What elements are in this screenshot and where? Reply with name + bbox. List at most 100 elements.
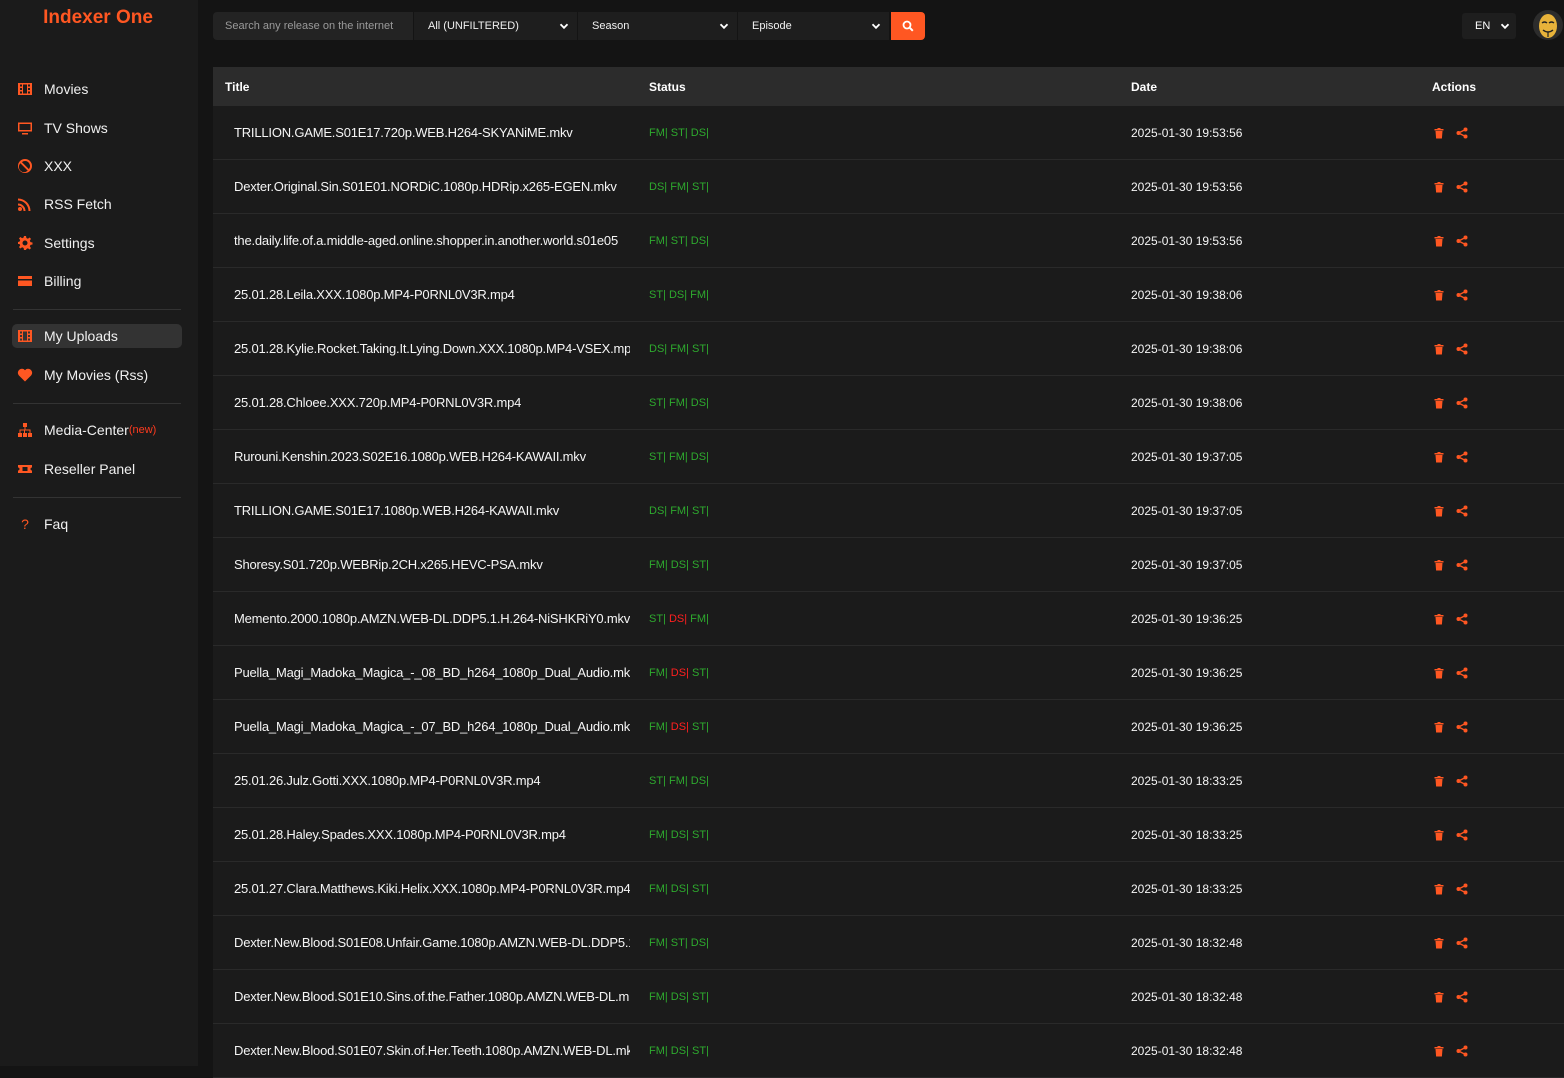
release-title[interactable]: 25.01.27.Clara.Matthews.Kiki.Helix.XXX.1… <box>234 881 630 896</box>
release-title[interactable]: Memento.2000.1080p.AMZN.WEB-DL.DDP5.1.H.… <box>234 611 630 626</box>
sidebar-item-tv-shows[interactable]: TV Shows <box>12 116 182 140</box>
release-title[interactable]: TRILLION.GAME.S01E17.720p.WEB.H264-SKYAN… <box>234 125 573 140</box>
trash-icon[interactable] <box>1431 881 1447 897</box>
trash-icon[interactable] <box>1431 341 1447 357</box>
share-icon[interactable] <box>1454 665 1470 681</box>
search-button[interactable] <box>891 12 925 40</box>
trash-icon[interactable] <box>1431 719 1447 735</box>
table-row: TRILLION.GAME.S01E17.720p.WEB.H264-SKYAN… <box>213 106 1564 160</box>
release-title[interactable]: 25.01.28.Leila.XXX.1080p.MP4-P0RNL0V3R.m… <box>234 287 515 302</box>
share-icon[interactable] <box>1454 287 1470 303</box>
share-icon[interactable] <box>1454 611 1470 627</box>
trash-icon[interactable] <box>1431 395 1447 411</box>
release-title[interactable]: Rurouni.Kenshin.2023.S02E16.1080p.WEB.H2… <box>234 449 586 464</box>
sidebar-item-movies[interactable]: Movies <box>12 77 182 101</box>
status-flag: FM| <box>667 180 689 193</box>
status-flag: FM| <box>649 936 668 949</box>
status-flag: FM| <box>649 234 668 247</box>
column-header-status[interactable]: Status <box>649 80 686 94</box>
release-title[interactable]: Dexter.New.Blood.S01E10.Sins.of.the.Fath… <box>234 989 630 1004</box>
release-title[interactable]: 25.01.28.Haley.Spades.XXX.1080p.MP4-P0RN… <box>234 827 566 842</box>
release-title[interactable]: 25.01.28.Chloee.XXX.720p.MP4-P0RNL0V3R.m… <box>234 395 521 410</box>
category-select[interactable]: All (UNFILTERED) <box>413 12 577 40</box>
trash-icon[interactable] <box>1431 935 1447 951</box>
release-title[interactable]: Dexter.New.Blood.S01E07.Skin.of.Her.Teet… <box>234 1043 630 1058</box>
release-title[interactable]: 25.01.26.Julz.Gotti.XXX.1080p.MP4-P0RNL0… <box>234 773 541 788</box>
status-flag: DS| <box>665 288 688 301</box>
trash-icon[interactable] <box>1431 611 1447 627</box>
table-row: the.daily.life.of.a.middle-aged.online.s… <box>213 214 1564 268</box>
column-header-title[interactable]: Title <box>225 80 249 94</box>
sidebar-item-media-center[interactable]: Media-Center (new) <box>12 418 182 442</box>
share-icon[interactable] <box>1454 827 1470 843</box>
release-title[interactable]: the.daily.life.of.a.middle-aged.online.s… <box>234 233 618 248</box>
share-icon[interactable] <box>1454 989 1470 1005</box>
sidebar-item-label: Faq <box>44 516 69 532</box>
trash-icon[interactable] <box>1431 179 1447 195</box>
sidebar-item-reseller-panel[interactable]: Reseller Panel <box>12 457 182 481</box>
share-icon[interactable] <box>1454 935 1470 951</box>
share-icon[interactable] <box>1454 449 1470 465</box>
share-icon[interactable] <box>1454 557 1470 573</box>
sidebar-item-my-movies-rss[interactable]: My Movies (Rss) <box>12 363 182 387</box>
sidebar-item-my-uploads[interactable]: My Uploads <box>12 324 182 348</box>
new-badge: (new) <box>128 424 157 436</box>
trash-icon[interactable] <box>1431 989 1447 1005</box>
status-flag: FM| <box>687 612 709 625</box>
share-icon[interactable] <box>1454 773 1470 789</box>
status-flag: ST| <box>667 126 688 139</box>
trash-icon[interactable] <box>1431 449 1447 465</box>
trash-icon[interactable] <box>1431 125 1447 141</box>
actions-cell <box>1431 754 1477 807</box>
share-icon[interactable] <box>1454 1043 1470 1059</box>
app-logo[interactable]: Indexer One <box>0 7 196 29</box>
trash-icon[interactable] <box>1431 665 1447 681</box>
table-row: Dexter.New.Blood.S01E10.Sins.of.the.Fath… <box>213 970 1564 1024</box>
share-icon[interactable] <box>1454 881 1470 897</box>
trash-icon[interactable] <box>1431 557 1447 573</box>
release-title[interactable]: Puella_Magi_Madoka_Magica_-_07_BD_h264_1… <box>234 719 630 734</box>
sidebar-item-settings[interactable]: Settings <box>12 231 182 255</box>
status-cell: ST| DS| FM| <box>649 268 709 321</box>
trash-icon[interactable] <box>1431 773 1447 789</box>
share-icon[interactable] <box>1454 341 1470 357</box>
sidebar-item-label: Billing <box>44 273 82 289</box>
table-row: 25.01.27.Clara.Matthews.Kiki.Helix.XXX.1… <box>213 862 1564 916</box>
share-icon[interactable] <box>1454 719 1470 735</box>
trash-icon[interactable] <box>1431 1043 1447 1059</box>
search-icon <box>902 20 914 32</box>
sidebar-item-label: Settings <box>44 235 95 251</box>
release-title[interactable]: Shoresy.S01.720p.WEBRip.2CH.x265.HEVC-PS… <box>234 557 543 572</box>
release-title[interactable]: Dexter.Original.Sin.S01E01.NORDiC.1080p.… <box>234 179 617 194</box>
status-flag: DS| <box>649 342 668 355</box>
status-flag: ST| <box>688 504 709 517</box>
share-icon[interactable] <box>1454 125 1470 141</box>
release-title[interactable]: TRILLION.GAME.S01E17.1080p.WEB.H264-KAWA… <box>234 503 559 518</box>
trash-icon[interactable] <box>1431 503 1447 519</box>
sidebar-item-label: My Uploads <box>44 328 118 344</box>
language-select[interactable]: EN <box>1462 13 1516 39</box>
share-icon[interactable] <box>1454 233 1470 249</box>
status-flag: FM| <box>649 882 668 895</box>
sidebar-item-faq[interactable]: ? Faq <box>12 512 182 536</box>
trash-icon[interactable] <box>1431 827 1447 843</box>
trash-icon[interactable] <box>1431 287 1447 303</box>
table-row: Memento.2000.1080p.AMZN.WEB-DL.DDP5.1.H.… <box>213 592 1564 646</box>
episode-select[interactable]: Episode <box>737 12 889 40</box>
search-input[interactable] <box>213 12 413 40</box>
user-avatar[interactable] <box>1533 10 1563 40</box>
share-icon[interactable] <box>1454 395 1470 411</box>
release-title-cell: 25.01.26.Julz.Gotti.XXX.1080p.MP4-P0RNL0… <box>234 754 630 807</box>
release-title[interactable]: Puella_Magi_Madoka_Magica_-_08_BD_h264_1… <box>234 665 630 680</box>
column-header-date[interactable]: Date <box>1131 80 1157 94</box>
sidebar-item-billing[interactable]: Billing <box>12 269 182 293</box>
sidebar-item-rss-fetch[interactable]: RSS Fetch <box>12 192 182 216</box>
season-select[interactable]: Season <box>577 12 737 40</box>
trash-icon[interactable] <box>1431 233 1447 249</box>
share-icon[interactable] <box>1454 503 1470 519</box>
sidebar-divider <box>13 403 181 404</box>
sidebar-item-xxx[interactable]: XXX <box>12 154 182 178</box>
share-icon[interactable] <box>1454 179 1470 195</box>
release-title[interactable]: Dexter.New.Blood.S01E08.Unfair.Game.1080… <box>234 935 630 950</box>
release-title[interactable]: 25.01.28.Kylie.Rocket.Taking.It.Lying.Do… <box>234 341 630 356</box>
